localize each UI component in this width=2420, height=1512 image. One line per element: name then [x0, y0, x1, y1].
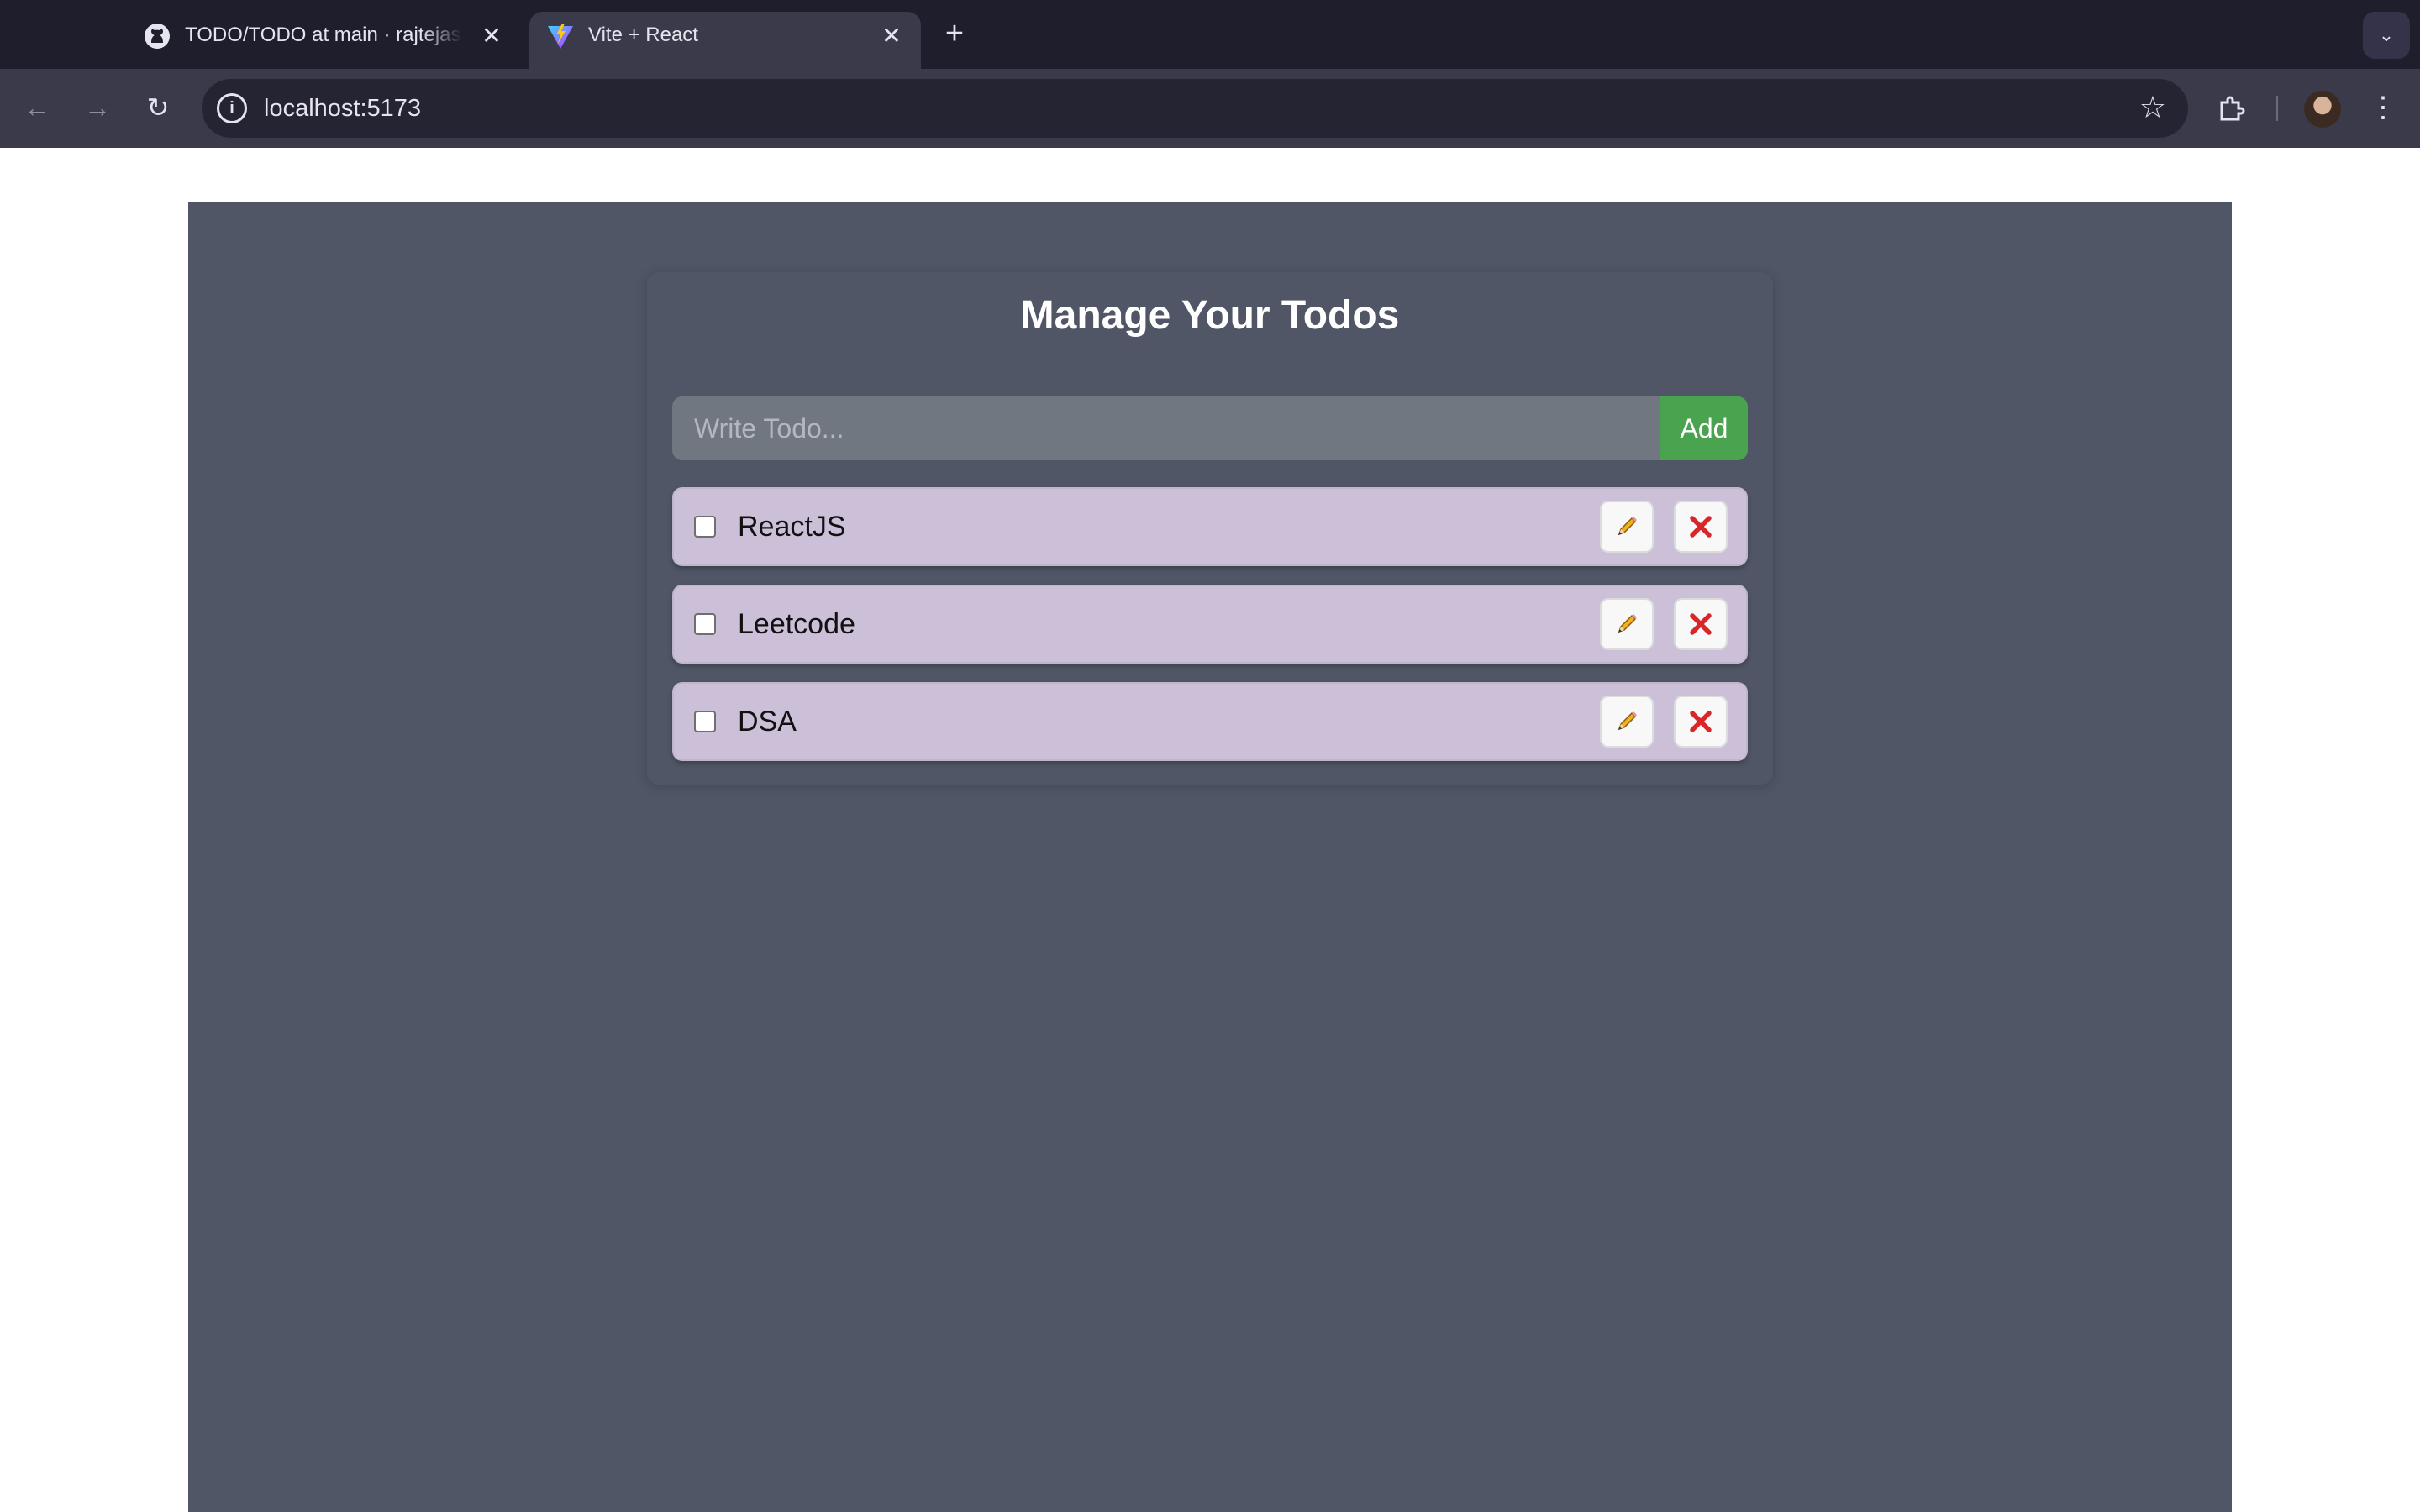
x-icon — [1690, 516, 1712, 538]
arrow-right-icon: → — [84, 92, 111, 123]
app-container: Manage Your Todos Add ReactJS Leetcode — [188, 202, 2232, 1512]
reload-button[interactable]: ↻ — [138, 87, 178, 128]
tab-search-button[interactable]: ⌄ — [2363, 12, 2410, 59]
tab-title: Vite + React — [588, 24, 698, 46]
todo-input[interactable] — [672, 396, 1660, 460]
delete-todo-button[interactable] — [1674, 696, 1728, 748]
back-button[interactable]: ← — [17, 87, 57, 128]
toolbar-separator — [2276, 96, 2278, 121]
site-info-icon[interactable]: i — [217, 93, 247, 123]
edit-todo-button[interactable] — [1600, 598, 1654, 650]
reload-icon: ↻ — [146, 92, 170, 123]
more-vertical-icon: ⋮ — [2369, 92, 2397, 123]
profile-avatar[interactable] — [2304, 91, 2341, 128]
chevron-down-icon: ⌄ — [2378, 24, 2395, 45]
edit-todo-button[interactable] — [1600, 696, 1654, 748]
arrow-left-icon: ← — [24, 92, 50, 123]
pencil-icon — [1618, 614, 1637, 633]
edit-todo-button[interactable] — [1600, 501, 1654, 553]
todo-text[interactable]: ReactJS — [738, 511, 846, 543]
x-icon — [1690, 711, 1712, 732]
todo-text[interactable]: Leetcode — [738, 608, 855, 641]
tab-vite-react[interactable]: Vite + React ✕ — [529, 12, 921, 69]
todo-text[interactable]: DSA — [738, 706, 797, 738]
todo-item: ReactJS — [672, 487, 1748, 566]
vite-icon — [548, 24, 573, 49]
add-todo-button[interactable]: Add — [1660, 396, 1748, 460]
address-bar[interactable]: i localhost:5173 ☆ — [202, 79, 2188, 138]
page-title: Manage Your Todos — [1020, 293, 1400, 338]
browser-menu-button[interactable]: ⋮ — [2363, 87, 2403, 128]
tab-github[interactable]: TODO/TODO at main · rajtejas ✕ — [126, 12, 521, 69]
pencil-icon — [1618, 517, 1637, 536]
puzzle-icon — [2220, 96, 2245, 121]
pencil-icon — [1618, 711, 1637, 731]
browser-toolbar: ← → ↻ i localhost:5173 ☆ ⋮ — [0, 69, 2420, 148]
close-tab-icon[interactable]: ✕ — [479, 23, 504, 49]
close-tab-icon[interactable]: ✕ — [879, 23, 904, 49]
x-icon — [1690, 613, 1712, 635]
todo-item: Leetcode — [672, 585, 1748, 664]
todo-item: DSA — [672, 682, 1748, 761]
new-tab-button[interactable]: + — [938, 16, 971, 51]
todo-form: Add — [672, 396, 1748, 460]
browser-tab-strip: TODO/TODO at main · rajtejas ✕ Vite + Re… — [0, 0, 2420, 69]
tab-title: TODO/TODO at main · rajtejas — [185, 24, 461, 46]
todo-checkbox[interactable] — [694, 613, 716, 635]
delete-todo-button[interactable] — [1674, 501, 1728, 553]
address-text: localhost:5173 — [264, 95, 422, 122]
todo-checkbox[interactable] — [694, 516, 716, 538]
delete-todo-button[interactable] — [1674, 598, 1728, 650]
todo-checkbox[interactable] — [694, 711, 716, 732]
forward-button[interactable]: → — [77, 87, 118, 128]
extensions-button[interactable] — [2212, 87, 2252, 128]
github-icon — [145, 24, 170, 49]
bookmark-star-icon[interactable]: ☆ — [2139, 91, 2166, 124]
